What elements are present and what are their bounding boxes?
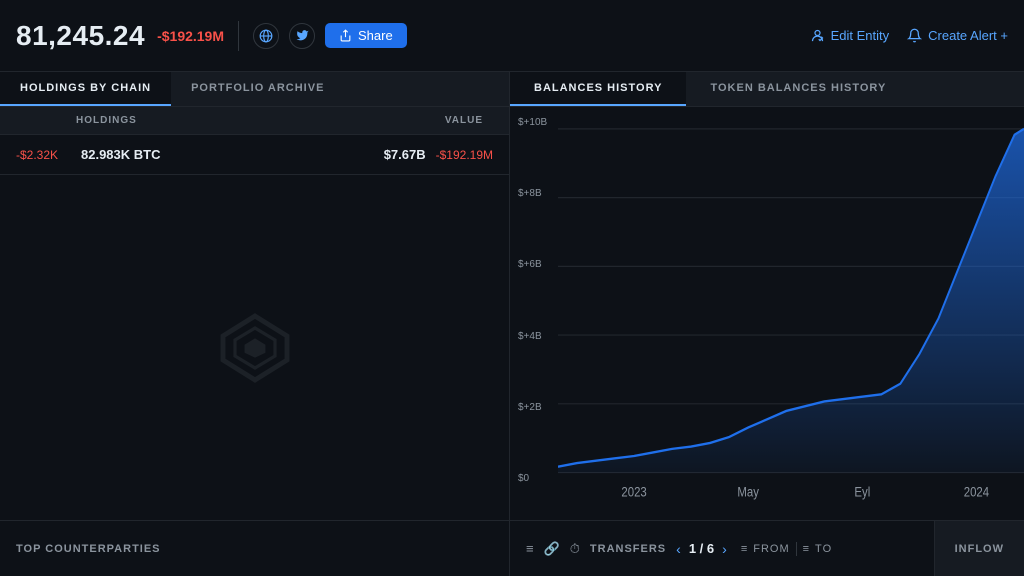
svg-text:May: May: [737, 483, 759, 500]
transfers-label: TRANSFERS: [590, 543, 666, 555]
left-panel: HOLDINGS BY CHAIN PORTFOLIO ARCHIVE HOLD…: [0, 72, 510, 576]
transfers-row: ≡ 🔗 ⏱ TRANSFERS ‹ 1 / 6 › ≡ FROM ≡: [510, 520, 1024, 576]
social-icons: [253, 23, 315, 49]
table-header: HOLDINGS VALUE: [0, 107, 509, 135]
share-button[interactable]: Share: [325, 23, 407, 48]
svg-text:Eyl: Eyl: [854, 483, 870, 500]
to-label: TO: [815, 543, 832, 555]
col-value-header: VALUE: [445, 115, 483, 126]
tab-portfolio-archive[interactable]: PORTFOLIO ARCHIVE: [171, 72, 344, 106]
svg-text:2024: 2024: [964, 483, 989, 500]
price-change: -$192.19M: [157, 28, 224, 44]
price-value: 81,245.24: [16, 20, 145, 52]
y-label-6b: $+6B: [518, 259, 547, 270]
table-row: -$2.32K 82.983K BTC $7.67B -$192.19M: [0, 135, 509, 175]
transfers-right: INFLOW: [935, 521, 1024, 576]
filter-icon2[interactable]: ≡: [741, 543, 747, 555]
transfers-nav: ‹ 1 / 6 ›: [676, 541, 727, 557]
vertical-divider: [238, 21, 239, 51]
row-change: -$2.32K: [16, 148, 71, 162]
right-panel: BALANCES HISTORY TOKEN BALANCES HISTORY …: [510, 72, 1024, 576]
left-tabs: HOLDINGS BY CHAIN PORTFOLIO ARCHIVE: [0, 72, 509, 107]
share-label: Share: [358, 28, 393, 43]
filter-divider2: [796, 542, 797, 556]
tab-token-balances-history[interactable]: TOKEN BALANCES HISTORY: [686, 72, 910, 106]
tab-holdings-by-chain[interactable]: HOLDINGS BY CHAIN: [0, 72, 171, 106]
y-axis-labels: $+10B $+8B $+6B $+4B $+2B $0: [518, 117, 547, 484]
prev-arrow[interactable]: ‹: [676, 541, 681, 557]
twitter-icon[interactable]: [289, 23, 315, 49]
y-label-0: $0: [518, 473, 547, 484]
inflow-label: INFLOW: [955, 543, 1004, 555]
create-alert-label: Create Alert +: [928, 28, 1008, 43]
clock-icon[interactable]: ⏱: [570, 541, 580, 557]
create-alert-button[interactable]: Create Alert +: [907, 28, 1008, 43]
svg-text:2023: 2023: [621, 483, 646, 500]
transfers-left: ≡ 🔗 ⏱ TRANSFERS ‹ 1 / 6 › ≡ FROM ≡: [510, 521, 935, 576]
filter-icon3[interactable]: ≡: [803, 543, 809, 555]
logo-watermark: [0, 175, 509, 520]
y-label-4b: $+4B: [518, 331, 547, 342]
y-label-10b: $+10B: [518, 117, 547, 128]
row-holdings: 82.983K BTC: [81, 147, 231, 162]
chart-area: $+10B $+8B $+6B $+4B $+2B $0: [510, 107, 1024, 520]
tab-balances-history[interactable]: BALANCES HISTORY: [510, 72, 686, 106]
col-holdings-header: HOLDINGS: [76, 115, 276, 126]
y-label-8b: $+8B: [518, 188, 547, 199]
edit-entity-label: Edit Entity: [831, 28, 890, 43]
top-bar: 81,245.24 -$192.19M Share: [0, 0, 1024, 72]
y-label-2b: $+2B: [518, 402, 547, 413]
next-arrow[interactable]: ›: [722, 541, 727, 557]
edit-entity-button[interactable]: Edit Entity: [810, 28, 890, 43]
main-content: HOLDINGS BY CHAIN PORTFOLIO ARCHIVE HOLD…: [0, 72, 1024, 576]
nav-count: 1 / 6: [689, 541, 714, 556]
top-actions: Edit Entity Create Alert +: [810, 28, 1008, 43]
chart-tabs: BALANCES HISTORY TOKEN BALANCES HISTORY: [510, 72, 1024, 107]
row-value-change: -$192.19M: [436, 148, 493, 162]
globe-icon[interactable]: [253, 23, 279, 49]
filter-icon[interactable]: ≡: [526, 541, 534, 556]
link-icon[interactable]: 🔗: [544, 541, 560, 557]
top-counterparties-label: TOP COUNTERPARTIES: [0, 520, 509, 576]
from-label: FROM: [753, 543, 789, 555]
chart-svg: 2023 May Eyl 2024: [510, 117, 1024, 520]
row-value: $7.67B: [384, 147, 426, 162]
